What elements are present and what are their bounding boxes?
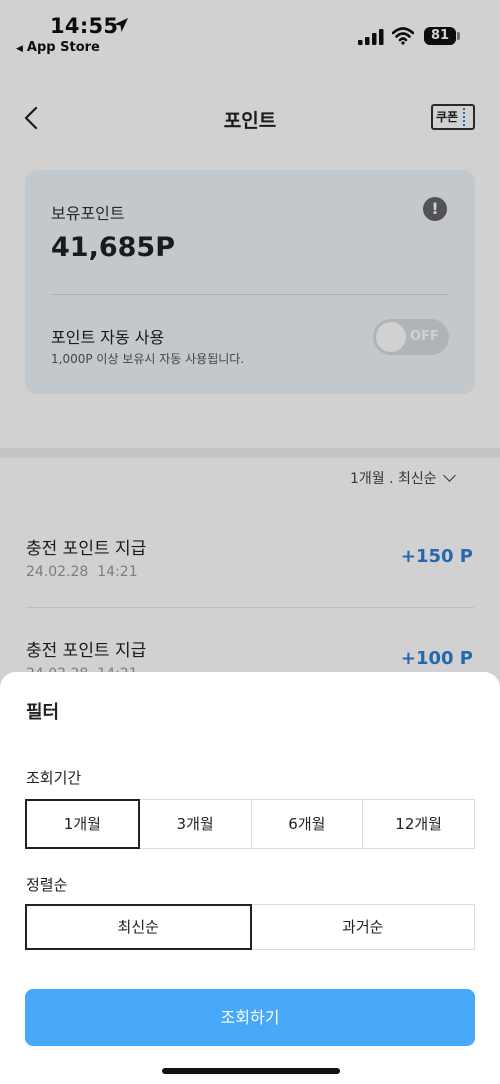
points-page: 14:55 ◀ App Store 81 포인트 쿠폰 보유포인트 ! 41,6… (0, 0, 500, 1084)
sort-option-latest[interactable]: 최신순 (25, 904, 252, 950)
sort-segmented-control: 최신순 과거순 (25, 904, 475, 950)
period-option-1-month[interactable]: 1개월 (25, 799, 140, 849)
sort-label: 정렬순 (26, 876, 68, 894)
sort-option-oldest[interactable]: 과거순 (250, 904, 475, 950)
period-option-12-months[interactable]: 12개월 (362, 799, 475, 849)
home-indicator[interactable] (162, 1068, 340, 1074)
period-option-6-months[interactable]: 6개월 (250, 799, 364, 849)
sheet-title: 필터 (26, 702, 60, 723)
period-segmented-control: 1개월 3개월 6개월 12개월 (25, 799, 475, 849)
filter-bottom-sheet: 필터 조회기간 1개월 3개월 6개월 12개월 정렬순 최신순 과거순 조회하… (0, 672, 500, 1084)
period-option-3-months[interactable]: 3개월 (138, 799, 252, 849)
search-submit-button[interactable]: 조회하기 (25, 989, 475, 1046)
period-label: 조회기간 (26, 769, 82, 787)
